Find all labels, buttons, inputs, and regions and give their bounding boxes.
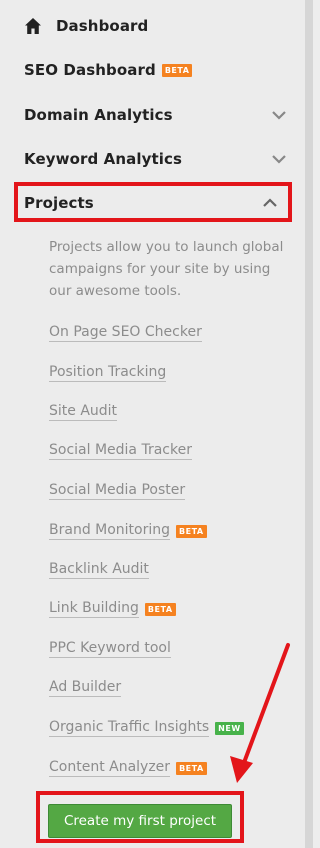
project-link-label: Backlink Audit (49, 561, 149, 579)
project-link-label: Social Media Poster (49, 482, 186, 500)
create-first-project-button[interactable]: Create my first project (48, 804, 232, 838)
nav-label-seo-dashboard: SEO Dashboard (24, 61, 156, 79)
project-link-label: Social Media Tracker (49, 442, 192, 460)
project-link-label: Brand Monitoring (49, 522, 171, 540)
project-link-ad-builder[interactable]: Ad Builder (49, 677, 122, 699)
project-link-label: Position Tracking (49, 364, 167, 382)
project-link-label: Content Analyzer (49, 759, 171, 777)
beta-badge: BETA (161, 63, 193, 77)
chevron-down-icon (272, 111, 286, 120)
nav-label-keyword-analytics: Keyword Analytics (24, 150, 182, 168)
project-link-site-audit[interactable]: Site Audit (49, 401, 118, 423)
project-link-social-media-tracker[interactable]: Social Media Tracker (49, 440, 192, 462)
projects-description: Projects allow you to launch global camp… (49, 239, 284, 299)
annotation-arrow-icon (230, 643, 290, 783)
project-link-label: PPC Keyword tool (49, 640, 171, 658)
sidebar-edge (305, 0, 313, 848)
project-link-label: Organic Traffic Insights (49, 719, 210, 737)
project-link-content-analyzer[interactable]: Content Analyzer BETA (49, 757, 207, 779)
beta-badge: BETA (176, 761, 207, 775)
nav-item-projects[interactable]: Projects (24, 190, 278, 216)
chevron-down-icon (272, 155, 286, 164)
project-link-organic-traffic-insights[interactable]: Organic Traffic Insights NEW (49, 717, 244, 739)
project-link-label: Site Audit (49, 403, 118, 421)
nav-label-projects: Projects (24, 194, 94, 212)
beta-badge: BETA (176, 524, 207, 538)
project-link-ppc-keyword-tool[interactable]: PPC Keyword tool (49, 638, 171, 660)
project-link-on-page-seo-checker[interactable]: On Page SEO Checker (49, 322, 202, 344)
project-link-label: On Page SEO Checker (49, 324, 202, 342)
project-link-label: Ad Builder (49, 679, 122, 697)
project-link-social-media-poster[interactable]: Social Media Poster (49, 480, 186, 502)
home-icon (25, 18, 41, 34)
nav-item-domain-analytics[interactable]: Domain Analytics (24, 102, 287, 128)
nav-item-seo-dashboard[interactable]: SEO Dashboard BETA (24, 57, 287, 83)
project-link-brand-monitoring[interactable]: Brand Monitoring BETA (49, 520, 207, 542)
project-link-label: Link Building (49, 600, 139, 618)
project-link-backlink-audit[interactable]: Backlink Audit (49, 559, 149, 581)
nav-label-domain-analytics: Domain Analytics (24, 106, 173, 124)
sidebar: Dashboard SEO Dashboard BETA Domain Anal… (0, 0, 305, 848)
nav-item-dashboard[interactable]: Dashboard (24, 13, 287, 39)
chevron-up-icon (263, 198, 277, 207)
project-link-link-building[interactable]: Link Building BETA (49, 598, 176, 620)
nav-item-keyword-analytics[interactable]: Keyword Analytics (24, 146, 287, 172)
nav-label-dashboard: Dashboard (56, 17, 149, 35)
project-link-position-tracking[interactable]: Position Tracking (49, 362, 167, 384)
beta-badge: BETA (144, 602, 176, 616)
